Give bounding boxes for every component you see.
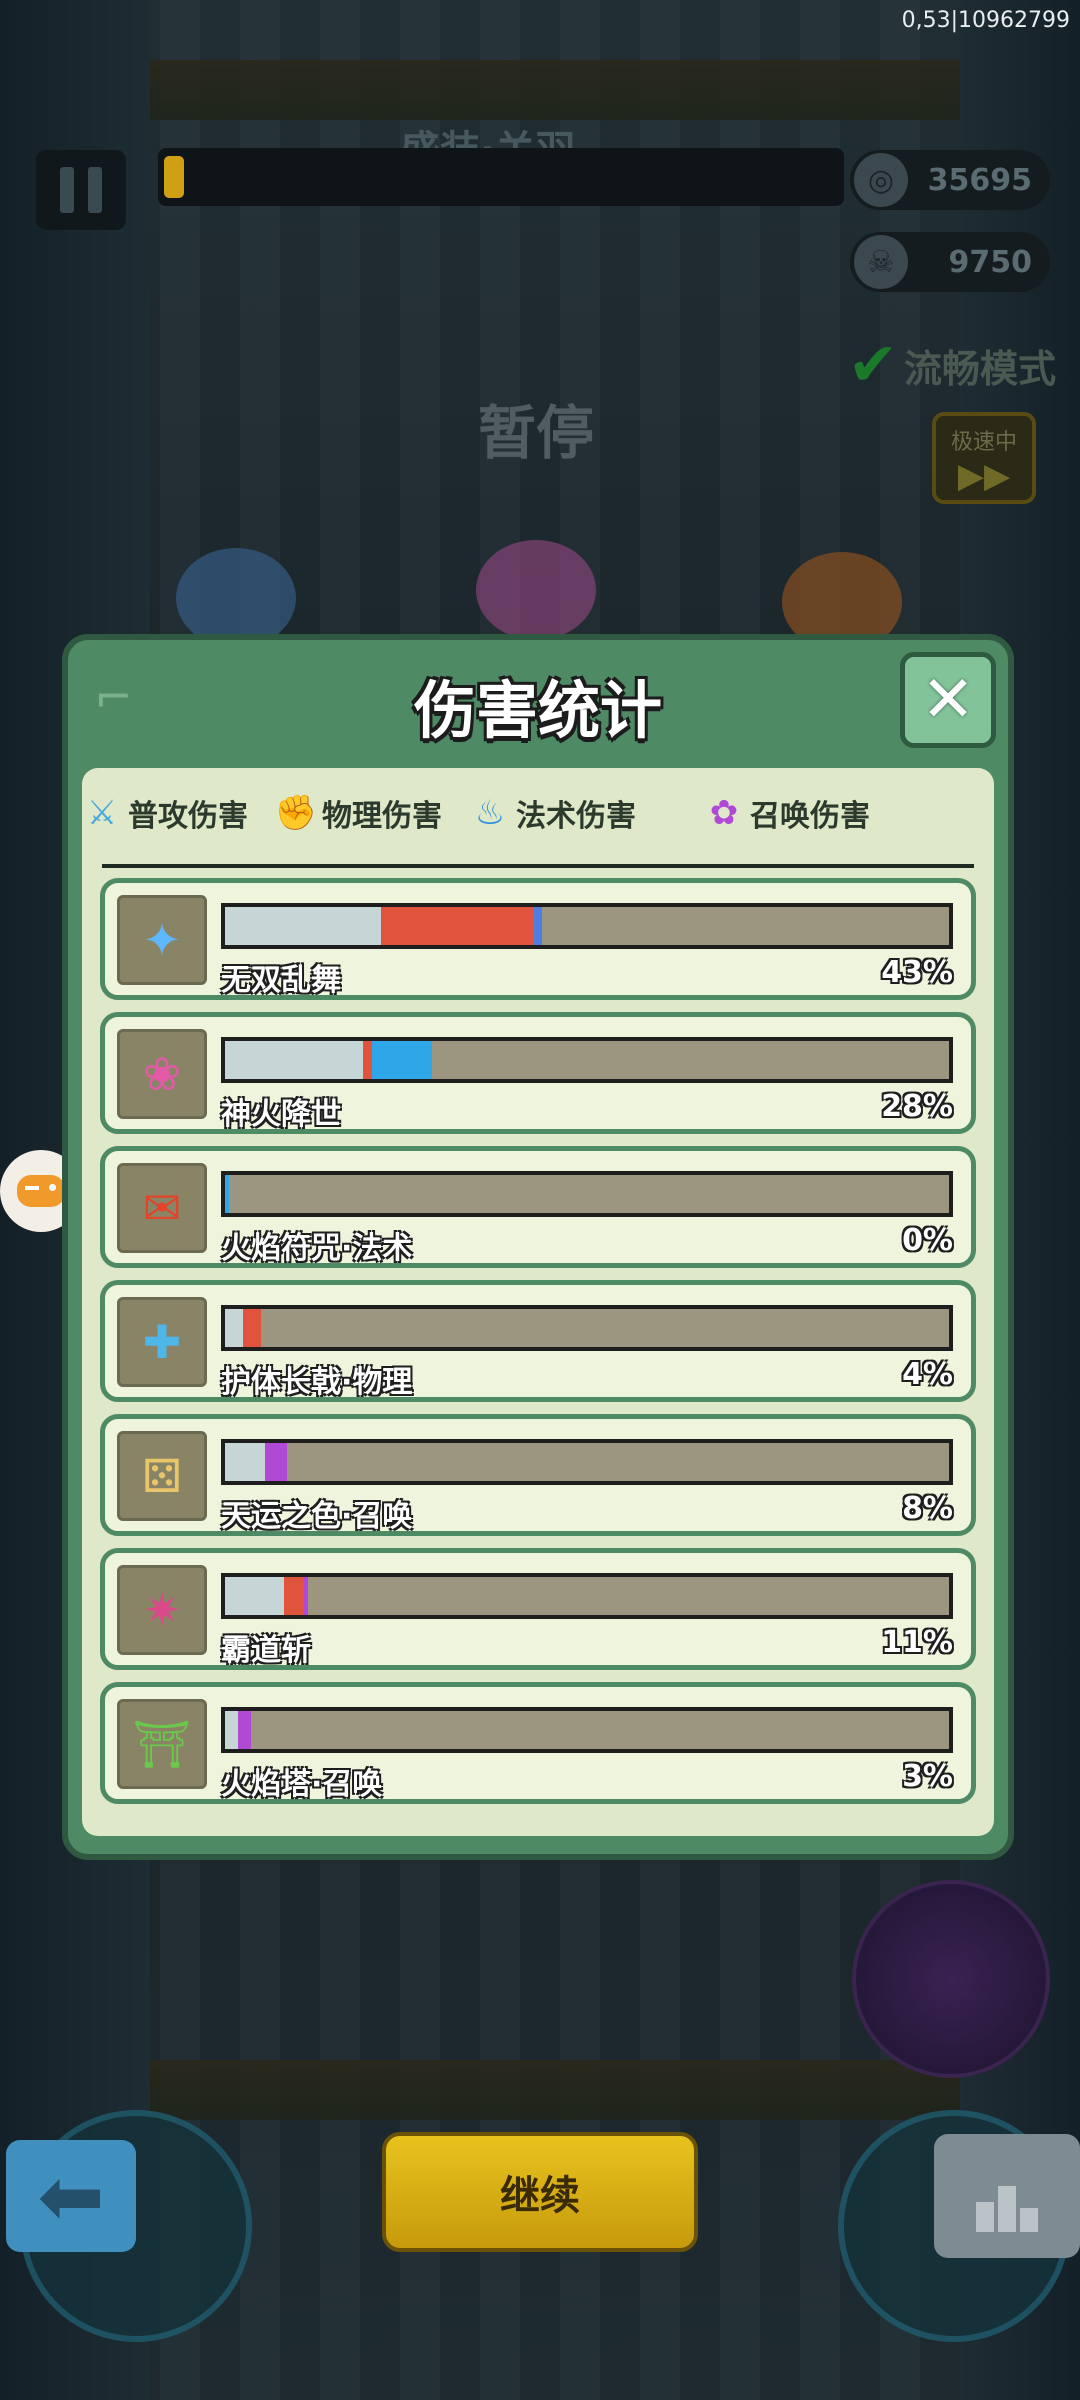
skill-name: 天运之色·召唤 <box>221 1499 413 1534</box>
damage-row: ⚄ 天运之色·召唤 8% <box>100 1414 976 1536</box>
damage-bar-segment <box>225 1041 363 1079</box>
speed-label: 极速中 <box>950 430 1017 455</box>
damage-bar-segment <box>363 1041 372 1079</box>
damage-percent: 8% <box>902 1491 953 1526</box>
damage-percent: 11% <box>881 1625 953 1660</box>
hero-ice-icon <box>176 548 296 648</box>
paw-icon: ✿ <box>709 793 739 833</box>
smooth-mode-toggle[interactable]: ✔ 流畅模式 <box>848 330 1056 400</box>
damage-type-legend: ⚔ 普攻伤害 ✊ 物理伤害 ♨ 法术伤害 ✿ 召唤伤害 <box>82 778 994 848</box>
damage-row: ❀ 神火降世 28% <box>100 1012 976 1134</box>
damage-bar-segment <box>284 1577 304 1615</box>
check-icon: ✔ <box>847 330 898 400</box>
divider <box>102 864 974 868</box>
stats-panel: ⚔ 普攻伤害 ✊ 物理伤害 ♨ 法术伤害 ✿ 召唤伤害 ✦ 无双乱舞 43% ❀ 神火降世 28% ✉ 火焰… <box>82 768 994 1836</box>
damage-bar-segment <box>304 1577 308 1615</box>
gamepad-icon <box>17 1175 65 1207</box>
close-button[interactable]: ✕ <box>900 652 996 748</box>
skull-icon: ☠ <box>854 235 908 289</box>
damage-bar-segment <box>381 907 533 945</box>
legend-item: ✿ 召唤伤害 <box>704 791 870 835</box>
skill-name: 火焰符咒·法术 <box>221 1231 413 1266</box>
damage-bar <box>221 1439 953 1485</box>
damage-row: ✉ 火焰符咒·法术 0% <box>100 1146 976 1268</box>
damage-bar-segment <box>225 1309 243 1347</box>
halberd-icon: ✚ <box>117 1297 207 1387</box>
dragon-skill-orb <box>852 1880 1050 2078</box>
legend-label: 普攻伤害 <box>128 799 248 834</box>
boss-hp-fill <box>164 156 184 198</box>
damage-bar-segment <box>265 1443 287 1481</box>
smooth-mode-label: 流畅模式 <box>903 346 1056 391</box>
damage-bar-segment <box>238 1711 251 1749</box>
fire-tower-icon: ⛩ <box>117 1699 207 1789</box>
coin-counter: ◎ 35695 <box>850 150 1050 210</box>
dice-icon: ⚄ <box>117 1431 207 1521</box>
damage-bar <box>221 1707 953 1753</box>
damage-rows: ✦ 无双乱舞 43% ❀ 神火降世 28% ✉ 火焰符咒·法术 0% ✚ 护体长戟·物理 4% ⚄ 天运之… <box>100 878 976 1816</box>
fist-icon: ✊ <box>274 793 318 833</box>
pause-button[interactable] <box>36 150 126 230</box>
legend-label: 物理伤害 <box>322 799 442 834</box>
damage-bar-segment <box>225 1443 265 1481</box>
divine-fire-icon: ❀ <box>117 1029 207 1119</box>
podium-icon <box>976 2202 994 2232</box>
legend-label: 召唤伤害 <box>750 799 870 834</box>
damage-bar-segment <box>225 1175 229 1213</box>
damage-bar-segment <box>372 1041 432 1079</box>
damage-bar-segment <box>243 1309 261 1347</box>
legend-item: ✊ 物理伤害 <box>274 791 442 835</box>
debug-info: 0,53|10962799 <box>901 8 1070 33</box>
damage-percent: 3% <box>902 1759 953 1794</box>
flame-icon: ♨ <box>474 793 506 833</box>
damage-bar <box>221 1305 953 1351</box>
speed-toggle[interactable]: 极速中 ▶▶ <box>932 412 1036 504</box>
paused-label: 暂停 <box>478 399 595 467</box>
coin-count: 35695 <box>927 162 1032 198</box>
damage-row: ✚ 护体长戟·物理 4% <box>100 1280 976 1402</box>
dragon-slash-icon: ✷ <box>117 1565 207 1655</box>
damage-percent: 28% <box>881 1089 953 1124</box>
dialog-header: ⌐ 伤害统计 ✕ <box>68 640 1008 764</box>
damage-bar-segment <box>225 1577 284 1615</box>
fast-forward-icon: ▶▶ <box>957 456 1011 496</box>
damage-bar <box>221 1037 953 1083</box>
top-shelf <box>150 60 960 120</box>
skill-name: 霸道斩 <box>221 1633 311 1668</box>
flame-scroll-icon: ✉ <box>117 1163 207 1253</box>
ranking-button[interactable] <box>934 2134 1080 2258</box>
sword-icon: ⚔ <box>86 793 118 833</box>
kill-counter: ☠ 9750 <box>850 232 1050 292</box>
damage-bar <box>221 903 953 949</box>
legend-item: ⚔ 普攻伤害 <box>82 791 248 835</box>
damage-percent: 0% <box>902 1223 953 1258</box>
skill-name: 神火降世 <box>221 1097 341 1132</box>
damage-bar-segment <box>533 907 542 945</box>
damage-bar <box>221 1573 953 1619</box>
blade-storm-icon: ✦ <box>117 895 207 985</box>
legend-item: ♨ 法术伤害 <box>470 791 636 835</box>
coin-icon: ◎ <box>854 153 908 207</box>
continue-button[interactable]: 继续 <box>382 2132 698 2252</box>
damage-bar-segment <box>225 1711 238 1749</box>
dialog-title: 伤害统计 <box>413 674 662 747</box>
skill-name: 无双乱舞 <box>221 963 341 998</box>
damage-bar <box>221 1171 953 1217</box>
hero-flower-icon <box>476 540 596 640</box>
damage-percent: 43% <box>881 955 953 990</box>
damage-bar-segment <box>225 907 381 945</box>
damage-row: ⛩ 火焰塔·召唤 3% <box>100 1682 976 1804</box>
legend-label: 法术伤害 <box>516 799 636 834</box>
damage-percent: 4% <box>902 1357 953 1392</box>
damage-stats-dialog: ⌐ 伤害统计 ✕ ⚔ 普攻伤害 ✊ 物理伤害 ♨ 法术伤害 ✿ 召唤伤害 ✦ 无双乱舞 43% ❀ 神… <box>62 634 1014 1860</box>
skill-name: 护体长戟·物理 <box>221 1365 413 1400</box>
bottom-shelf <box>150 2060 960 2120</box>
boss-hp-bar <box>158 148 844 206</box>
damage-row: ✦ 无双乱舞 43% <box>100 878 976 1000</box>
back-button[interactable]: ⬅ <box>6 2140 136 2252</box>
kill-count: 9750 <box>948 244 1033 280</box>
damage-row: ✷ 霸道斩 11% <box>100 1548 976 1670</box>
skill-name: 火焰塔·召唤 <box>221 1767 383 1802</box>
